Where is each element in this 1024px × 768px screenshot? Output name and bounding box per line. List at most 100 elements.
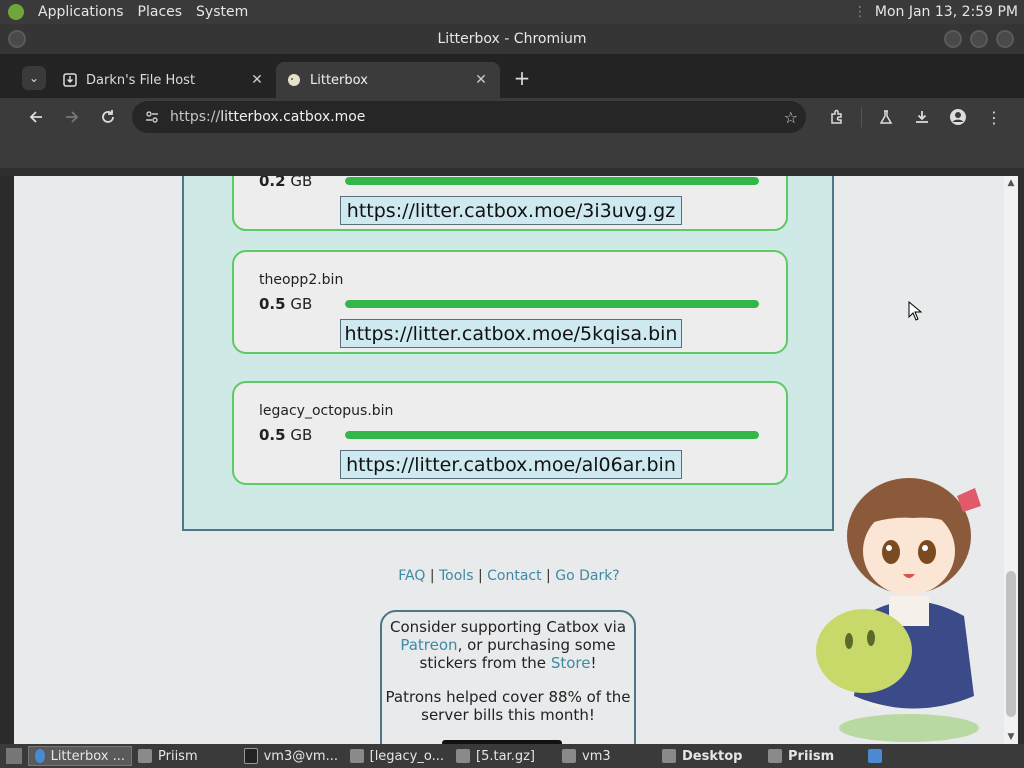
show-desktop-icon[interactable]: [6, 748, 22, 764]
taskbar-label: [legacy_o...: [369, 748, 444, 764]
taskbar-item-vm3[interactable]: vm3: [556, 746, 656, 766]
top-panel: Applications Places System ⋮ Mon Jan 13,…: [0, 0, 1024, 24]
file-size: 0.2 GB: [259, 176, 312, 190]
menu-system[interactable]: System: [196, 4, 248, 20]
url-text[interactable]: https://litterbox.catbox.moe: [164, 109, 784, 125]
tab-title: Darkn's File Host: [86, 72, 196, 88]
os-logo-icon[interactable]: [8, 4, 24, 20]
taskbar-workspace[interactable]: [862, 746, 892, 766]
forward-icon[interactable]: [56, 101, 88, 133]
profile-icon[interactable]: [942, 101, 974, 133]
size-unit: GB: [285, 295, 313, 313]
taskbar: Litterbox ... Priism vm3@vm... [legacy_o…: [0, 744, 1024, 768]
store-link[interactable]: Store: [551, 654, 591, 672]
file-card: legacy_octopus.bin 0.5 GB https://litter…: [232, 381, 788, 485]
tools-link[interactable]: Tools: [439, 568, 474, 584]
file-size: 0.5 GB: [259, 295, 312, 313]
taskbar-item-desktop[interactable]: Desktop: [656, 746, 762, 766]
faq-link[interactable]: FAQ: [398, 568, 425, 584]
scrollbar-thumb[interactable]: [1006, 571, 1016, 717]
tab-darkns-file-host[interactable]: Darkn's File Host ✕: [52, 62, 276, 98]
file-card-first: 0.2 GB https://litter.catbox.moe/3i3uvg.…: [232, 176, 788, 231]
separator: |: [425, 568, 439, 584]
size-value: 0.5: [259, 295, 286, 313]
upload-progress-bar: [345, 431, 759, 439]
folder-icon: [562, 749, 576, 763]
support-text: Patreon, or purchasing some stickers fro…: [382, 636, 634, 672]
page-viewport: 0.2 GB https://litter.catbox.moe/3i3uvg.…: [14, 176, 1004, 744]
extensions-icon[interactable]: [821, 101, 853, 133]
file-link[interactable]: https://litter.catbox.moe/3i3uvg.gz: [340, 196, 682, 225]
support-text-line1: Consider supporting Catbox via: [389, 618, 627, 636]
tab-litterbox[interactable]: Litterbox ✕: [276, 62, 500, 98]
file-link[interactable]: https://litter.catbox.moe/al06ar.bin: [340, 450, 682, 479]
tab-strip: ⌄ Darkn's File Host ✕ Litterbox ✕ +: [0, 54, 1024, 98]
taskbar-label: Priism: [788, 748, 835, 764]
contact-link[interactable]: Contact: [487, 568, 541, 584]
taskbar-item-priism[interactable]: Priism: [132, 746, 238, 766]
folder-icon: [662, 749, 676, 763]
terminal-icon: [244, 748, 258, 764]
taskbar-label: Litterbox ...: [50, 748, 125, 764]
taskbar-item-litterbox[interactable]: Litterbox ...: [28, 746, 132, 766]
taskbar-label: vm3: [582, 748, 611, 764]
close-tab-icon[interactable]: ✕: [248, 72, 266, 88]
reload-icon[interactable]: [92, 101, 124, 133]
bookmark-star-icon[interactable]: ☆: [784, 108, 798, 127]
downloads-icon[interactable]: [906, 101, 938, 133]
file-name: theopp2.bin: [259, 272, 344, 288]
progress-fill: [345, 431, 759, 439]
taskbar-label: Priism: [158, 748, 198, 764]
taskbar-item-archive-legacy[interactable]: [legacy_o...: [344, 746, 450, 766]
patreon-link[interactable]: Patreon: [400, 636, 457, 654]
separator: |: [541, 568, 556, 584]
upload-progress-bar: [345, 177, 759, 185]
title-bar[interactable]: Litterbox - Chromium: [0, 24, 1024, 54]
taskbar-item-terminal[interactable]: vm3@vm...: [238, 746, 344, 766]
new-tab-icon[interactable]: +: [508, 64, 536, 92]
go-dark-link[interactable]: Go Dark?: [555, 568, 620, 584]
file-name: legacy_octopus.bin: [259, 403, 394, 419]
minimize-button[interactable]: [944, 30, 962, 48]
file-link[interactable]: https://litter.catbox.moe/5kqisa.bin: [340, 319, 682, 348]
desktop-edge: [0, 176, 14, 744]
window-title: Litterbox - Chromium: [437, 31, 587, 47]
close-window-button[interactable]: [996, 30, 1014, 48]
address-bar[interactable]: https://litterbox.catbox.moe ☆: [132, 101, 806, 133]
workspace-switcher-icon: [868, 749, 882, 763]
clock[interactable]: Mon Jan 13, 2:59 PM: [875, 4, 1018, 20]
taskbar-item-archive-tar[interactable]: [5.tar.gz]: [450, 746, 556, 766]
close-tab-icon[interactable]: ✕: [472, 72, 490, 88]
tab-search-icon[interactable]: ⌄: [22, 66, 46, 90]
file-card: theopp2.bin 0.5 GB https://litter.catbox…: [232, 250, 788, 354]
download-icon: [62, 72, 78, 88]
progress-fill: [345, 177, 759, 185]
menu-places[interactable]: Places: [138, 4, 183, 20]
site-info-icon[interactable]: [140, 110, 164, 124]
litterbox-favicon: [286, 72, 302, 88]
taskbar-item-priism-2[interactable]: Priism: [762, 746, 862, 766]
upload-progress-bar: [345, 300, 759, 308]
upload-results-panel: 0.2 GB https://litter.catbox.moe/3i3uvg.…: [182, 176, 834, 531]
taskbar-label: [5.tar.gz]: [476, 748, 535, 764]
size-unit: GB: [285, 426, 313, 444]
labs-flask-icon[interactable]: [870, 101, 902, 133]
size-value: 0.2: [259, 176, 286, 190]
taskbar-label: Desktop: [682, 748, 743, 764]
size-value: 0.5: [259, 426, 286, 444]
maximize-button[interactable]: [970, 30, 988, 48]
file-size: 0.5 GB: [259, 426, 312, 444]
size-unit: GB: [285, 176, 313, 190]
patrons-text: Patrons helped cover 88% of the server b…: [385, 688, 631, 724]
back-icon[interactable]: [20, 101, 52, 133]
menu-kebab-icon[interactable]: ⋮: [978, 101, 1010, 133]
scroll-down-icon[interactable]: ▼: [1004, 732, 1018, 742]
window-menu-icon[interactable]: [8, 30, 26, 48]
scroll-up-icon[interactable]: ▲: [1004, 178, 1018, 188]
menu-applications[interactable]: Applications: [38, 4, 124, 20]
url-host: litterbox.catbox.moe: [220, 109, 366, 125]
folder-icon: [768, 749, 782, 763]
page-scrollbar[interactable]: ▲ ▼: [1004, 176, 1018, 744]
folder-icon: [138, 749, 152, 763]
